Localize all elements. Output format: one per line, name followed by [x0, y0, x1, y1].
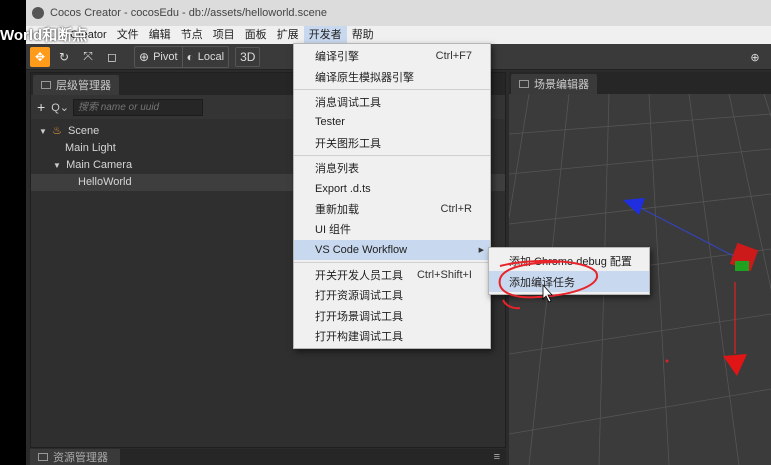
local-globe-icon: ◐ — [186, 49, 194, 64]
menu-item-label: 添加 Chrome debug 配置 — [509, 255, 632, 268]
scene-editor-tab[interactable]: 场景编辑器 — [511, 74, 597, 94]
menu-item-message-list[interactable]: 消息列表 — [294, 158, 490, 178]
hierarchy-tab-label: 层级管理器 — [56, 80, 111, 92]
menu-item-open-scene-debug[interactable]: 打开场景调试工具 — [294, 306, 490, 326]
developer-menu: 编译引擎 Ctrl+F7 编译原生模拟器引擎 消息调试工具 Tester 开关图… — [293, 43, 491, 350]
left-black-strip — [0, 0, 26, 465]
scene-editor-tab-label: 场景编辑器 — [534, 79, 589, 91]
local-toggle-button[interactable]: ◐ Local — [183, 47, 229, 67]
menu-item-label: UI 组件 — [315, 224, 352, 237]
menu-item-shortcut: Ctrl+Shift+I — [416, 269, 472, 282]
menu-separator — [294, 88, 490, 90]
caret-down-icon[interactable]: ▼ — [39, 123, 49, 140]
scale-icon: ⤧ — [83, 49, 93, 63]
menu-item-label: Tester — [315, 116, 345, 129]
local-label: Local — [197, 50, 225, 63]
submenu-item-add-chrome-debug[interactable]: 添加 Chrome debug 配置 — [489, 250, 649, 271]
globe-button[interactable]: ⊕ — [745, 47, 765, 67]
menu-item-label: 打开资源调试工具 — [315, 290, 403, 303]
assets-panel: 资源管理器 ≡ — [30, 449, 506, 465]
tree-node-label: Main Camera — [66, 159, 133, 171]
menu-item-open-build-debug[interactable]: 打开构建调试工具 — [294, 326, 490, 346]
move-tool-button[interactable]: ✥ — [30, 46, 50, 67]
menu-item-label: 添加编译任务 — [509, 276, 575, 289]
menu-item-export-dts[interactable]: Export .d.ts — [294, 178, 490, 198]
scene-tab-icon — [519, 80, 529, 88]
menu-item-label: 重新加载 — [315, 203, 359, 216]
tree-node-label: Main Light — [65, 142, 116, 154]
app-logo-icon — [32, 7, 44, 19]
tree-node-label: Scene — [68, 125, 100, 137]
add-node-button[interactable]: + — [37, 99, 45, 115]
scale-tool-button[interactable]: ⤧ — [78, 47, 98, 67]
vscode-workflow-submenu: 添加 Chrome debug 配置 添加编译任务 — [488, 247, 650, 295]
menu-item-tester[interactable]: Tester — [294, 112, 490, 132]
menu-item-message-debug[interactable]: 消息调试工具 — [294, 92, 490, 112]
menu-item-vscode-workflow[interactable]: VS Code Workflow ▶ — [294, 239, 490, 260]
3d-label: 3D — [240, 49, 256, 64]
menu-item-compile-native-engine[interactable]: 编译原生模拟器引擎 — [294, 66, 490, 86]
menu-item-open-asset-debug[interactable]: 打开资源调试工具 — [294, 285, 490, 305]
submenu-arrow-icon: ▶ — [478, 246, 484, 254]
hierarchy-search-input[interactable] — [72, 98, 203, 116]
menu-item-label: 开关图形工具 — [315, 137, 381, 150]
menu-extension[interactable]: 扩展 — [272, 26, 304, 44]
menu-separator — [294, 261, 490, 263]
caret-down-icon[interactable]: ▼ — [53, 157, 63, 174]
menu-item-toggle-devtools[interactable]: 开关开发人员工具 Ctrl+Shift+I — [294, 265, 490, 285]
video-overlay-caption: World和断点 — [0, 27, 88, 44]
menu-item-compile-engine[interactable]: 编译引擎 Ctrl+F7 — [294, 46, 490, 66]
scene-flame-icon: ♨ — [52, 125, 62, 137]
gizmo-x-handle[interactable] — [735, 261, 749, 271]
pivot-toggle-button[interactable]: ⊕ Pivot — [135, 46, 183, 67]
globe-icon: ⊕ — [750, 51, 760, 64]
transform-space-group: ⊕ Pivot ◐ Local — [134, 45, 230, 68]
scene-tab-bar: 场景编辑器 — [509, 72, 771, 94]
pivot-label: Pivot — [153, 50, 178, 63]
assets-tab-icon — [38, 453, 48, 461]
menu-bar: Creator 文件 编辑 节点 项目 面板 扩展 开发者 帮助 — [26, 26, 771, 44]
hierarchy-tab[interactable]: 层级管理器 — [33, 75, 119, 95]
menu-node[interactable]: 节点 — [176, 26, 208, 44]
menu-panel[interactable]: 面板 — [240, 26, 272, 44]
submenu-item-add-build-task[interactable]: 添加编译任务 — [489, 271, 649, 292]
title-bar: Cocos Creator - cocosEdu - db://assets/h… — [26, 0, 771, 26]
menu-item-label: 消息调试工具 — [315, 96, 381, 109]
pivot-icon: ⊕ — [139, 49, 150, 64]
tree-node-label: HelloWorld — [78, 176, 132, 188]
menu-item-label: VS Code Workflow — [315, 243, 408, 256]
menu-item-shortcut: Ctrl+F7 — [435, 50, 472, 63]
menu-item-label: 开关开发人员工具 — [315, 270, 403, 283]
search-icon[interactable]: Q⌄ — [51, 101, 69, 114]
hierarchy-tab-icon — [41, 81, 51, 89]
assets-menu-icon[interactable]: ≡ — [494, 451, 500, 463]
rect-tool-button[interactable]: ◻ — [102, 47, 122, 67]
menu-item-reload[interactable]: 重新加载 Ctrl+R — [294, 199, 490, 219]
menu-developer[interactable]: 开发者 — [303, 26, 347, 44]
menu-item-label: 打开场景调试工具 — [315, 310, 403, 323]
move-icon: ✥ — [34, 49, 46, 64]
menu-item-label: 消息列表 — [315, 163, 359, 176]
menu-item-label: Export .d.ts — [315, 182, 371, 195]
3d-toggle-button[interactable]: 3D — [235, 46, 261, 67]
window-title: Cocos Creator - cocosEdu - db://assets/h… — [50, 7, 327, 19]
menu-item-toggle-graphics-tool[interactable]: 开关图形工具 — [294, 133, 490, 153]
assets-tab[interactable]: 资源管理器 — [30, 449, 120, 465]
menu-project[interactable]: 项目 — [208, 26, 240, 44]
menu-help[interactable]: 帮助 — [347, 26, 379, 44]
assets-tab-label: 资源管理器 — [53, 452, 108, 464]
rotate-icon: ↻ — [58, 49, 70, 64]
menu-file[interactable]: 文件 — [112, 26, 144, 44]
menu-item-ui-components[interactable]: UI 组件 — [294, 219, 490, 239]
menu-item-label: 打开构建调试工具 — [315, 331, 403, 344]
menu-separator — [294, 154, 490, 156]
scene-point — [665, 359, 669, 363]
rotate-tool-button[interactable]: ↻ — [54, 47, 74, 67]
rect-icon: ◻ — [107, 49, 117, 64]
menu-item-label: 编译原生模拟器引擎 — [315, 71, 414, 84]
menu-item-shortcut: Ctrl+R — [440, 202, 472, 215]
menu-item-label: 编译引擎 — [315, 51, 359, 64]
menu-edit[interactable]: 编辑 — [144, 26, 176, 44]
